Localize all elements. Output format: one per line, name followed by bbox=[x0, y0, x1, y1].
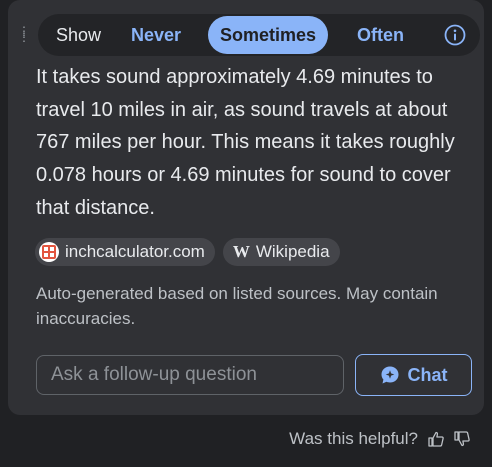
feedback-row: Was this helpful? bbox=[289, 429, 470, 449]
source-chip-wikipedia[interactable]: W Wikipedia bbox=[222, 238, 340, 266]
followup-input[interactable] bbox=[36, 355, 344, 395]
chat-button[interactable]: Chat bbox=[355, 354, 472, 396]
chat-label: Chat bbox=[407, 364, 448, 385]
option-never[interactable]: Never bbox=[131, 25, 181, 46]
source-chip-inchcalculator[interactable]: inchcalculator.com bbox=[35, 238, 215, 266]
answer-text: It takes sound approximately 4.69 minute… bbox=[36, 66, 455, 219]
ai-answer-card: ⋮ ⋮ Show Never Sometimes Often It takes s… bbox=[8, 0, 484, 415]
source-label: Wikipedia bbox=[255, 242, 330, 261]
wikipedia-icon: W bbox=[232, 242, 250, 261]
show-frequency-toggle: Show Never Sometimes Often bbox=[38, 14, 480, 56]
chat-bubble-icon bbox=[381, 366, 398, 384]
page: ⋮ ⋮ Show Never Sometimes Often It takes s… bbox=[0, 0, 492, 467]
option-often[interactable]: Often bbox=[357, 25, 404, 46]
option-sometimes[interactable]: Sometimes bbox=[208, 16, 328, 54]
info-icon[interactable] bbox=[444, 24, 466, 46]
show-label: Show bbox=[56, 25, 102, 45]
calculator-icon bbox=[39, 242, 59, 262]
disclaimer-text: Auto-generated based on listed sources. … bbox=[36, 284, 438, 328]
thumbs-down-icon[interactable] bbox=[454, 431, 470, 447]
source-label: inchcalculator.com bbox=[65, 242, 205, 261]
thumbs-up-icon[interactable] bbox=[428, 431, 444, 447]
source-chips: inchcalculator.com W Wikipedia bbox=[35, 238, 340, 266]
feedback-question: Was this helpful? bbox=[289, 429, 418, 448]
drag-handle-icon[interactable]: ⋮ ⋮ bbox=[18, 25, 30, 43]
